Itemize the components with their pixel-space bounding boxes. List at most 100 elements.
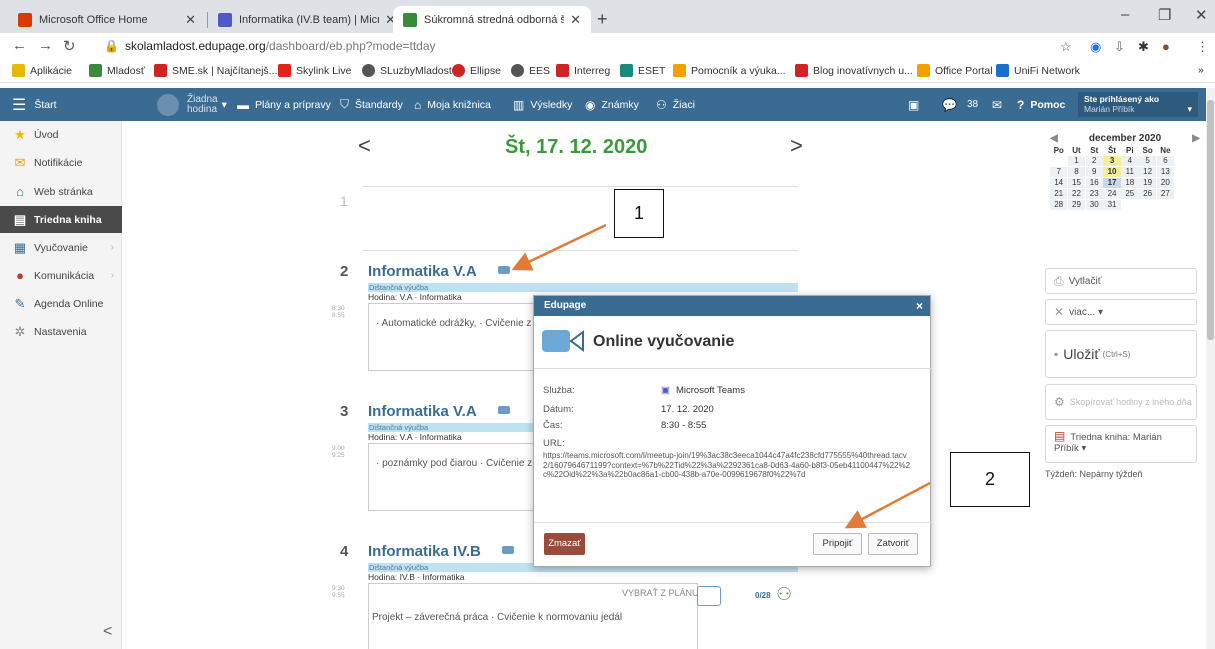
extension-icon[interactable]: ◉ <box>1090 39 1101 55</box>
dialog-close-icon[interactable]: × <box>916 296 923 316</box>
sidebar-item-komunikacia[interactable]: ● Komunikácia › <box>0 262 122 289</box>
lesson-title[interactable]: Informatika IV.B <box>368 543 481 560</box>
print-button[interactable]: ⎙ Vytlačiť <box>1045 268 1197 294</box>
avatar[interactable]: ● <box>1162 39 1170 54</box>
bookmark-blog[interactable]: Blog inovatívnych u... <box>795 64 913 77</box>
menu-vysledky[interactable]: ▥ Výsledky <box>513 88 572 121</box>
calendar-day[interactable]: 8 <box>1067 167 1086 177</box>
window-close-icon[interactable]: ✕ <box>1195 6 1208 24</box>
delete-button[interactable]: Zmazať <box>544 533 585 555</box>
bookmark-office-portal[interactable]: Office Portal <box>917 64 993 77</box>
star-icon[interactable]: ☆ <box>1060 39 1072 55</box>
lesson-title[interactable]: Informatika V.A <box>368 403 477 420</box>
calendar-day[interactable]: 27 <box>1156 189 1175 199</box>
calendar-day[interactable]: 14 <box>1050 178 1068 188</box>
calendar-day[interactable]: 31 <box>1103 200 1121 210</box>
scrollbar-thumb[interactable] <box>1207 100 1214 340</box>
bookmark-sme[interactable]: SME.sk | Najčítanejš... <box>154 64 277 77</box>
sidebar-item-uvod[interactable]: ★ Úvod <box>0 121 122 148</box>
prev-month-icon[interactable]: ◀ <box>1050 133 1058 144</box>
back-icon[interactable]: ← <box>12 37 27 54</box>
calendar-day[interactable]: 5 <box>1138 156 1157 166</box>
briefcase-icon[interactable] <box>697 586 721 606</box>
menu-icon[interactable]: ⋮ <box>1196 39 1209 55</box>
download-icon[interactable]: ⇩ <box>1114 39 1125 55</box>
calendar-day[interactable]: 17 <box>1103 178 1121 188</box>
calendar-day[interactable]: 28 <box>1050 200 1068 210</box>
bookmark-ellipse[interactable]: Ellipse <box>452 64 501 77</box>
calendar-day[interactable]: 30 <box>1085 200 1103 210</box>
lesson-title[interactable]: Informatika V.A <box>368 263 477 280</box>
calendar-day[interactable]: 25 <box>1121 189 1139 199</box>
menu-plany[interactable]: ▬ Plány a prípravy <box>237 88 331 121</box>
copy-lessons-button[interactable]: ⚙ Skopírovať hodiny z iného dňa <box>1045 384 1197 420</box>
bookmark-skylink[interactable]: Skylink Live <box>278 64 351 77</box>
maximize-icon[interactable]: ❐ <box>1158 6 1171 24</box>
calendar-day[interactable]: 11 <box>1121 167 1139 177</box>
close-button[interactable]: Zatvoriť <box>868 533 918 555</box>
new-tab-button[interactable]: + <box>597 9 608 30</box>
calendar-day[interactable]: 13 <box>1156 167 1175 177</box>
calendar-day[interactable]: 10 <box>1103 167 1121 177</box>
user-menu[interactable]: Ste prihlásený ako Marián Příbík ▾ <box>1078 92 1198 117</box>
menu-znamky[interactable]: ◉ Známky <box>585 88 639 121</box>
students-icon[interactable]: ⚇ <box>776 584 792 605</box>
sidebar-item-triedna-kniha[interactable]: ▤ Triedna kniha <box>0 206 122 233</box>
prev-day-button[interactable]: < <box>358 133 371 159</box>
menu-standardy[interactable]: ⛉ Štandardy <box>340 88 403 121</box>
next-month-icon[interactable]: ▶ <box>1192 133 1200 144</box>
sidebar-item-vyucovanie[interactable]: ▦ Vyučovanie › <box>0 234 122 261</box>
sidebar-item-nastavenia[interactable]: ✲ Nastavenia <box>0 318 122 345</box>
calendar-day[interactable]: 12 <box>1138 167 1157 177</box>
calendar-day[interactable]: 29 <box>1067 200 1086 210</box>
calendar-day[interactable]: 26 <box>1138 189 1157 199</box>
bookmark-mladost[interactable]: Mladosť <box>89 64 145 77</box>
online-meeting-icon[interactable] <box>502 546 514 554</box>
classbook-owner-select[interactable]: ▤ Triedna kniha: Marián Příbík ▾ <box>1045 425 1197 463</box>
screen-button[interactable]: ▣ <box>908 88 925 121</box>
calendar-day[interactable]: 22 <box>1067 189 1086 199</box>
sidebar-collapse-button[interactable]: < <box>103 623 112 641</box>
online-meeting-icon[interactable] <box>498 266 510 274</box>
close-icon[interactable]: ✕ <box>185 12 196 28</box>
more-button[interactable]: ✕ viac... ▾ <box>1045 299 1197 325</box>
calendar-day[interactable]: 7 <box>1050 167 1068 177</box>
url-field[interactable]: 🔒 skolamladost.edupage.org/dashboard/eb.p… <box>104 39 436 53</box>
calendar-day[interactable]: 4 <box>1121 156 1139 166</box>
sidebar-item-notifikacie[interactable]: ✉ Notifikácie <box>0 149 122 176</box>
calendar-day[interactable]: 3 <box>1103 156 1121 166</box>
calendar-day[interactable]: 18 <box>1121 178 1139 188</box>
bookmark-sluzby[interactable]: SLuzbyMladost <box>362 64 452 77</box>
bookmark-eset[interactable]: ESET <box>620 64 665 77</box>
close-icon[interactable]: ✕ <box>570 12 581 28</box>
mail-button[interactable]: ✉ <box>992 88 1008 121</box>
minimize-icon[interactable]: – <box>1121 6 1129 23</box>
menu-ziaci[interactable]: ⚇ Žiaci <box>656 88 695 121</box>
browser-tab-edupage[interactable]: Súkromná stredná odborná škola ✕ <box>393 6 591 33</box>
calendar-day[interactable]: 24 <box>1103 189 1121 199</box>
bookmark-apps[interactable]: Aplikácie <box>12 64 72 77</box>
calendar-day[interactable]: 23 <box>1085 189 1103 199</box>
select-from-plan-link[interactable]: VYBRAŤ Z PLÁNU <box>622 588 699 598</box>
online-meeting-icon[interactable] <box>498 406 510 414</box>
help-button[interactable]: ? Pomoc <box>1017 88 1065 121</box>
puzzle-icon[interactable]: ✱ <box>1138 39 1149 55</box>
calendar-day[interactable]: 6 <box>1156 156 1175 166</box>
bookmarks-more[interactable]: » <box>1198 64 1204 76</box>
join-button[interactable]: Pripojiť <box>813 533 862 555</box>
calendar-day[interactable]: 2 <box>1085 156 1103 166</box>
calendar-day[interactable]: 15 <box>1067 178 1086 188</box>
bookmark-unifi[interactable]: UniFi Network <box>996 64 1080 77</box>
hodina-selector[interactable]: Žiadna hodina ▾ <box>157 88 227 121</box>
browser-tab-office[interactable]: Microsoft Office Home ✕ <box>8 6 206 33</box>
bookmark-ees[interactable]: EES <box>511 64 550 77</box>
bookmark-interreg[interactable]: Interreg <box>556 64 610 77</box>
reload-icon[interactable]: ↻ <box>63 37 76 55</box>
sidebar-item-agenda[interactable]: ✎ Agenda Online <box>0 290 122 317</box>
forward-icon[interactable]: → <box>38 37 53 54</box>
browser-tab-teams[interactable]: Informatika (IV.B team) | Microso ✕ <box>208 6 406 33</box>
calendar-day[interactable]: 20 <box>1156 178 1175 188</box>
messages-button[interactable]: 💬 38 <box>942 88 978 121</box>
calendar-day[interactable]: 1 <box>1067 156 1086 166</box>
bookmark-pomocnik[interactable]: Pomocník a výuka... <box>673 64 786 77</box>
